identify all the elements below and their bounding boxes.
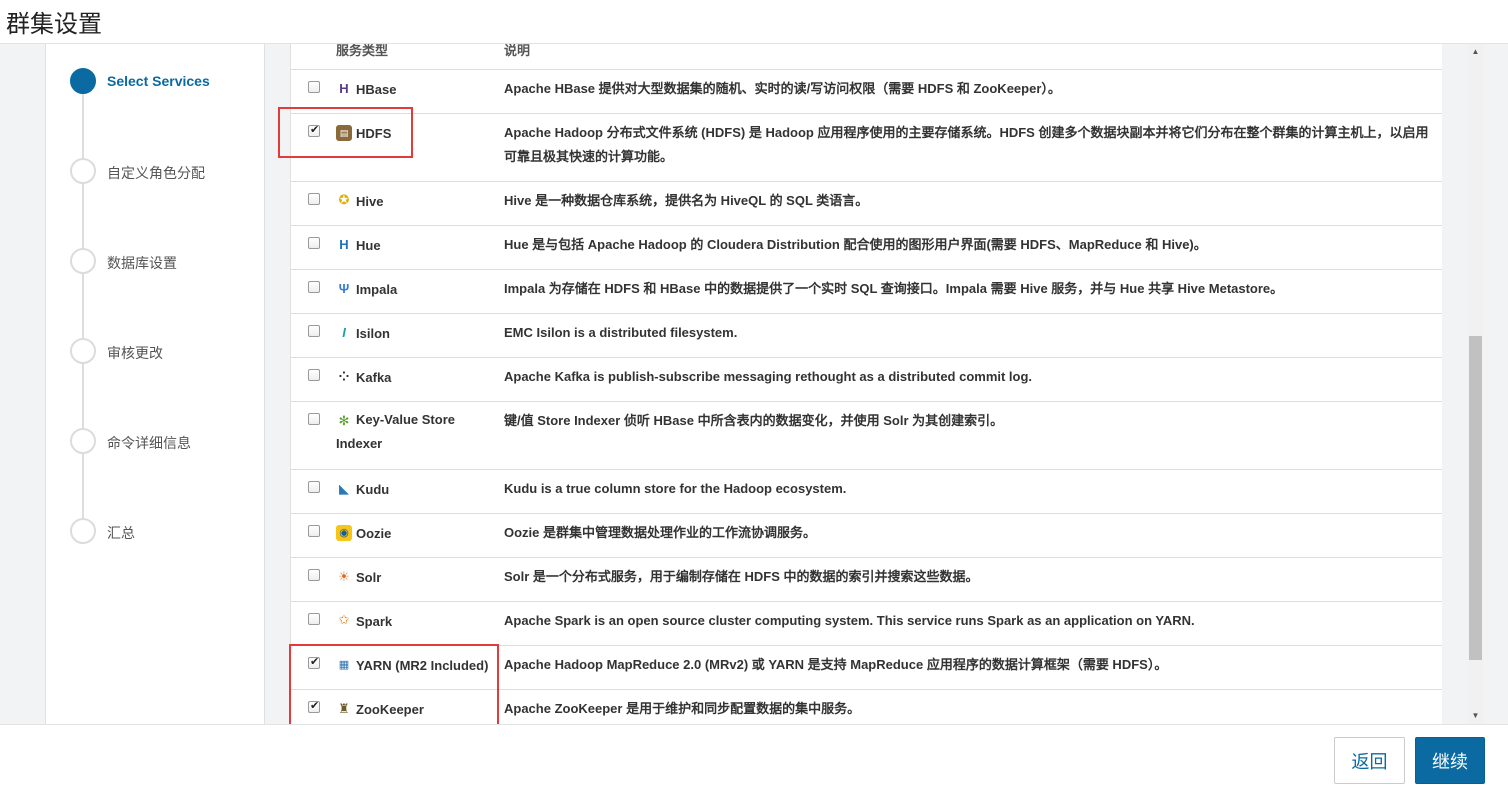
impala-icon: Ψ: [338, 281, 350, 296]
hbase-icon: H: [339, 81, 349, 96]
scroll-down-arrow-icon[interactable]: ▼: [1468, 708, 1483, 724]
service-name: ZooKeeper: [356, 702, 424, 717]
table-row: H HBase Apache HBase 提供对大型数据集的随机、实时的读/写访…: [291, 70, 1442, 114]
table-row: ✪ Hive Hive 是一种数据仓库系统，提供名为 HiveQL 的 SQL …: [291, 182, 1442, 226]
column-header-type: 服务类型: [336, 44, 389, 59]
service-name: Hue: [356, 238, 381, 253]
spark-icon: ✩: [338, 612, 350, 627]
table-row: I Isilon EMC Isilon is a distributed fil…: [291, 314, 1442, 358]
title-bar: 群集设置: [0, 0, 1508, 44]
step-dot-icon: [70, 68, 96, 94]
service-checkbox[interactable]: [308, 81, 320, 93]
service-checkbox[interactable]: [308, 613, 320, 625]
step-dot-icon: [70, 248, 96, 274]
step-label: 汇总: [107, 526, 135, 542]
table-header: 服务类型 说明: [291, 44, 1442, 70]
step-dot-icon: [70, 518, 96, 544]
service-name: Kafka: [356, 370, 392, 385]
service-checkbox[interactable]: [308, 413, 320, 425]
service-checkbox[interactable]: [308, 481, 320, 493]
service-checkbox[interactable]: [308, 193, 320, 205]
hive-icon: ✪: [338, 192, 350, 207]
table-row: ▦ YARN (MR2 Included) Apache Hadoop MapR…: [291, 646, 1442, 690]
service-checkbox[interactable]: [308, 699, 320, 713]
hdfs-icon: ▤: [336, 125, 352, 141]
service-description: Kudu is a true column store for the Hado…: [504, 481, 847, 496]
step-label: 命令详细信息: [107, 436, 191, 452]
service-description: 键/值 Store Indexer 侦听 HBase 中所含表内的数据变化，并使…: [504, 413, 1004, 428]
service-name: Spark: [356, 614, 393, 629]
continue-button[interactable]: 继续: [1415, 737, 1485, 784]
page-title: 群集设置: [6, 10, 102, 38]
zookeeper-icon: ♜: [338, 701, 350, 716]
services-table: 服务类型 说明 H HBase Apache HBase 提供对大型数据集的随机…: [290, 44, 1442, 724]
step-label: Select Services: [107, 73, 210, 89]
service-description: Apache Hadoop 分布式文件系统 (HDFS) 是 Hadoop 应用…: [504, 125, 1429, 164]
table-row: ♜ ZooKeeper Apache ZooKeeper 是用于维护和同步配置数…: [291, 690, 1442, 724]
kafka-icon: ⁘: [338, 369, 350, 384]
service-checkbox[interactable]: [308, 525, 320, 537]
service-description: Apache HBase 提供对大型数据集的随机、实时的读/写访问权限（需要 H…: [504, 81, 1061, 96]
isilon-icon: I: [342, 325, 346, 340]
service-name: Kudu: [356, 482, 390, 497]
table-row: ▤ HDFS Apache Hadoop 分布式文件系统 (HDFS) 是 Ha…: [291, 114, 1442, 182]
vertical-scrollbar[interactable]: ▲ ▼: [1468, 44, 1483, 724]
service-checkbox[interactable]: [308, 325, 320, 337]
service-description: Apache Kafka is publish-subscribe messag…: [504, 369, 1033, 384]
service-name: HBase: [356, 82, 397, 97]
service-checkbox[interactable]: [308, 655, 320, 669]
oozie-icon: ◉: [336, 525, 352, 541]
service-checkbox[interactable]: [308, 569, 320, 581]
column-header-desc: 说明: [504, 44, 531, 59]
service-name: Key-Value Store Indexer: [336, 412, 455, 451]
service-name: YARN (MR2 Included): [356, 658, 489, 673]
service-name: Oozie: [356, 526, 392, 541]
hue-icon: H: [339, 237, 349, 252]
table-row: ☀ Solr Solr 是一个分布式服务，用于编制存储在 HDFS 中的数据的索…: [291, 558, 1442, 602]
service-name: HDFS: [356, 126, 392, 141]
service-description: Apache ZooKeeper 是用于维护和同步配置数据的集中服务。: [504, 701, 861, 716]
step-label: 自定义角色分配: [107, 166, 205, 182]
step-dot-icon: [70, 428, 96, 454]
service-description: EMC Isilon is a distributed filesystem.: [504, 325, 738, 340]
table-row: H Hue Hue 是与包括 Apache Hadoop 的 Cloudera …: [291, 226, 1442, 270]
service-description: Solr 是一个分布式服务，用于编制存储在 HDFS 中的数据的索引并搜索这些数…: [504, 569, 979, 584]
wizard-track: [82, 80, 84, 540]
step-dot-icon: [70, 338, 96, 364]
table-row: Ψ Impala Impala 为存储在 HDFS 和 HBase 中的数据提供…: [291, 270, 1442, 314]
service-checkbox[interactable]: [308, 281, 320, 293]
table-row: ✩ Spark Apache Spark is an open source c…: [291, 602, 1442, 646]
service-name: Hive: [356, 194, 384, 209]
scrollbar-thumb[interactable]: [1469, 336, 1482, 660]
service-description: Apache Spark is an open source cluster c…: [504, 613, 1195, 628]
table-row: ✻ Key-Value Store Indexer 键/值 Store Inde…: [291, 402, 1442, 470]
footer-bar: 返回 继续: [0, 724, 1508, 786]
kudu-icon: ◣: [339, 481, 349, 496]
step-dot-icon: [70, 158, 96, 184]
service-checkbox[interactable]: [308, 237, 320, 249]
table-row: ◉ Oozie Oozie 是群集中管理数据处理作业的工作流协调服务。: [291, 514, 1442, 558]
service-description: Apache Hadoop MapReduce 2.0 (MRv2) 或 YAR…: [504, 657, 1168, 672]
service-description: Oozie 是群集中管理数据处理作业的工作流协调服务。: [504, 525, 817, 540]
service-description: Hive 是一种数据仓库系统，提供名为 HiveQL 的 SQL 类语言。: [504, 193, 869, 208]
back-button[interactable]: 返回: [1334, 737, 1405, 784]
step-label: 数据库设置: [107, 256, 177, 272]
table-row: ⁘ Kafka Apache Kafka is publish-subscrib…: [291, 358, 1442, 402]
service-name: Impala: [356, 282, 398, 297]
yarn-icon: ▦: [338, 659, 350, 671]
solr-icon: ☀: [338, 569, 350, 584]
service-checkbox[interactable]: [308, 123, 320, 137]
service-description: Hue 是与包括 Apache Hadoop 的 Cloudera Distri…: [504, 237, 1207, 252]
service-checkbox[interactable]: [308, 369, 320, 381]
step-label: 审核更改: [107, 346, 163, 362]
table-row: ◣ Kudu Kudu is a true column store for t…: [291, 470, 1442, 514]
wizard-steps: Select Services 自定义角色分配 数据库设置 审核更改 命令详细信…: [45, 44, 265, 724]
service-name: Solr: [356, 570, 382, 585]
service-description: Impala 为存储在 HDFS 和 HBase 中的数据提供了一个实时 SQL…: [504, 281, 1284, 296]
service-name: Isilon: [356, 326, 390, 341]
scroll-up-arrow-icon[interactable]: ▲: [1468, 44, 1483, 60]
